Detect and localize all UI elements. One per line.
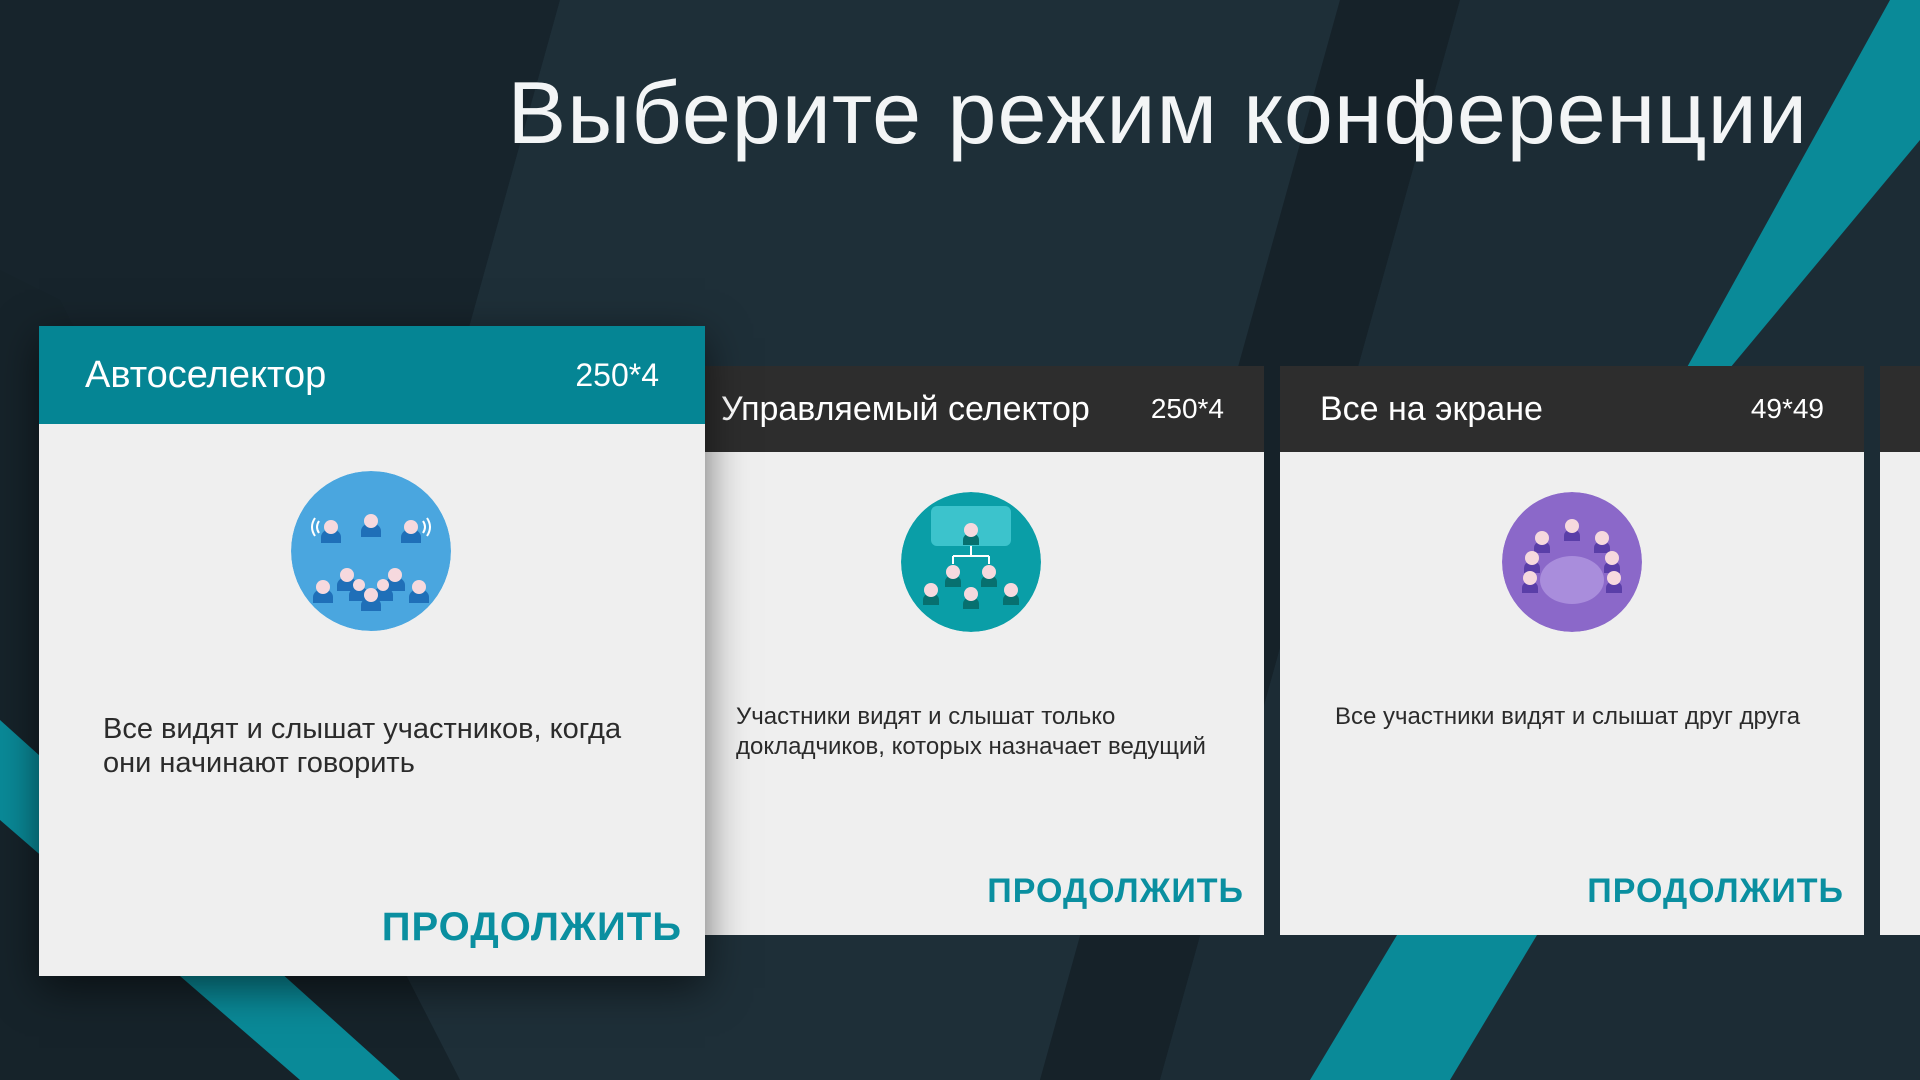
continue-button[interactable]: ПРОДОЛЖИТЬ: [1587, 872, 1844, 911]
card-header: Автоселектор 250*4: [39, 326, 705, 424]
card-header: Управляемый селектор 250*4: [705, 366, 1264, 452]
card-header: [1880, 366, 1920, 452]
managed-selector-icon: [901, 492, 1041, 632]
card-description: Участники видят и слышат только докладчи…: [736, 703, 1206, 760]
page-title: Выберите режим конференции: [507, 63, 1808, 162]
card-title: Все на экране: [1320, 389, 1543, 428]
mode-card-all-on-screen[interactable]: Все на экране 49*49 Все участники видят …: [1280, 366, 1864, 935]
card-description: Все видят и слышат участников, когда они…: [103, 713, 622, 779]
mode-card-auto-selector[interactable]: Автоселектор 250*4 Все видят и слышат уч…: [39, 326, 705, 976]
participant-limit: 49*49: [1750, 393, 1824, 424]
all-on-screen-icon: [1502, 492, 1642, 632]
card-header: Все на экране 49*49: [1280, 366, 1864, 452]
mode-card-managed-selector[interactable]: Управляемый селектор 250*4 Участники вид…: [705, 366, 1264, 935]
participant-limit: 250*4: [575, 356, 659, 393]
continue-button[interactable]: ПРОДОЛЖИТЬ: [382, 905, 682, 950]
continue-button[interactable]: ПРОДОЛЖИТЬ: [987, 872, 1244, 911]
card-title: Автоселектор: [85, 353, 327, 396]
participant-limit: 250*4: [1150, 393, 1224, 424]
card-description: Все участники видят и слышат друг друга: [1335, 703, 1801, 730]
mode-card-partial[interactable]: [1880, 366, 1920, 935]
card-title: Управляемый селектор: [721, 389, 1090, 428]
auto-selector-icon: [291, 471, 451, 631]
